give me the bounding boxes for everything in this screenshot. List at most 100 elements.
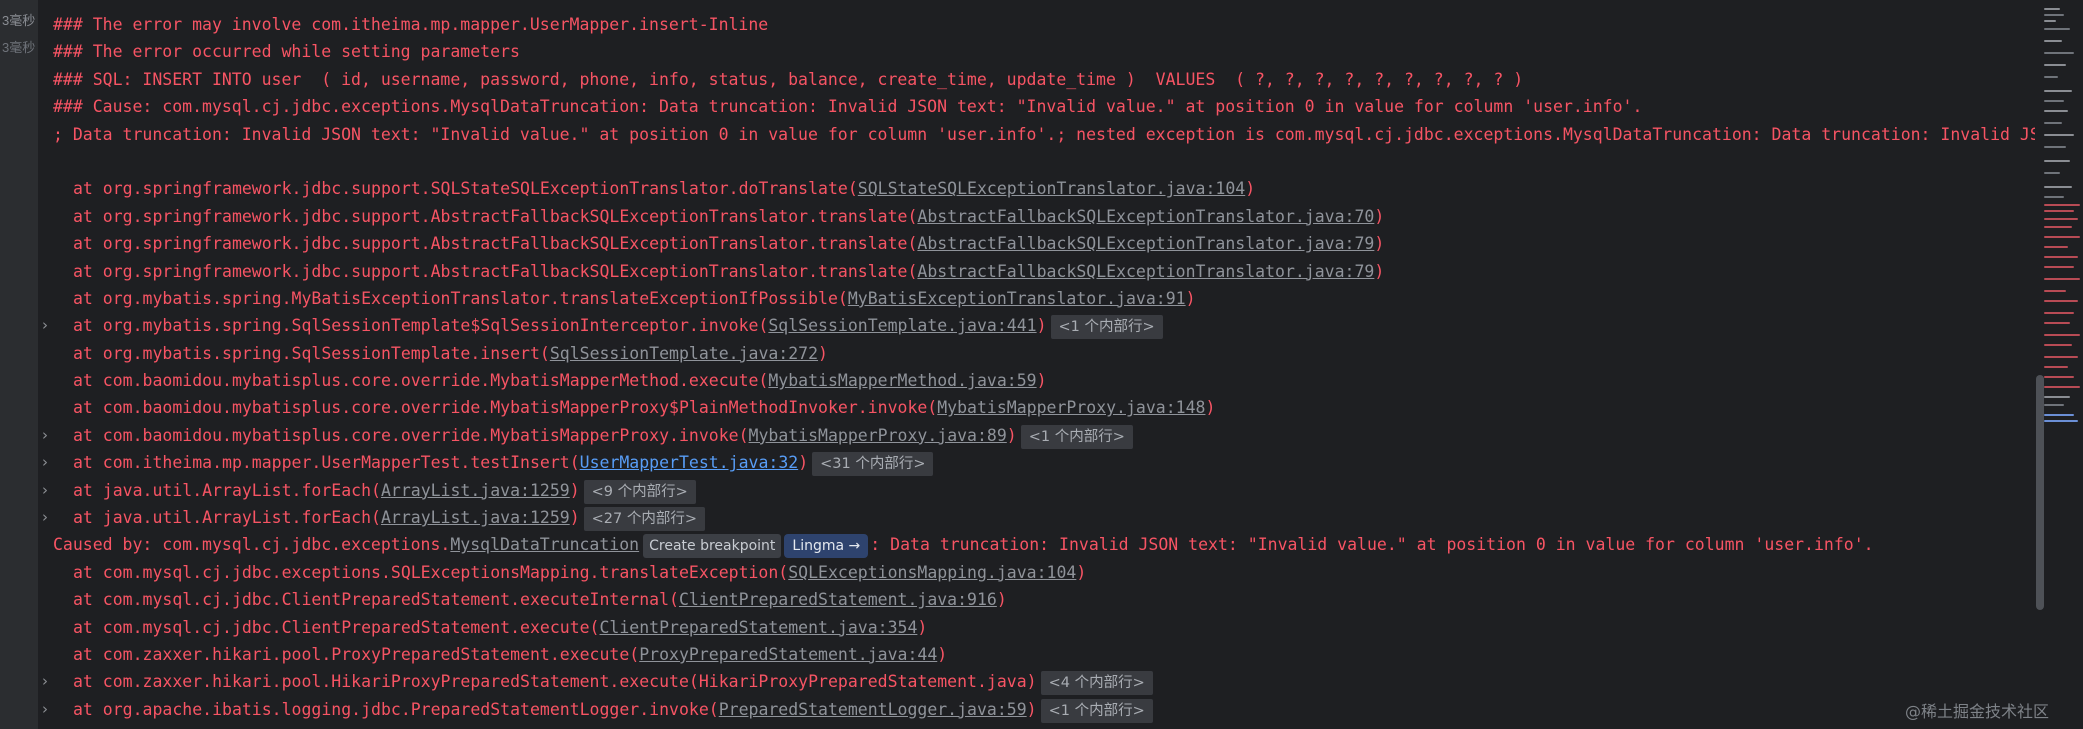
internal-lines-chip[interactable]: <27 个内部行> [583, 507, 705, 532]
line-content: at com.itheima.mp.mapper.UserMapperTest.… [73, 449, 934, 477]
minimap-stripe [2044, 28, 2070, 30]
error-text: ### The error occurred while setting par… [53, 42, 520, 62]
line-suffix-text: : Data truncation: Invalid JSON text: "I… [870, 535, 1874, 555]
source-link[interactable]: AbstractFallbackSQLExceptionTranslator.j… [917, 262, 1374, 281]
console-line: › at com.baomidou.mybatisplus.core.overri… [38, 422, 2044, 449]
source-link[interactable]: MybatisMapperMethod.java:59 [768, 371, 1036, 390]
console-line: at org.mybatis.spring.MyBatisExceptionTr… [38, 285, 2044, 312]
line-suffix-text: ) [798, 453, 809, 473]
source-link[interactable]: ArrayList.java:1259 [381, 508, 570, 527]
source-link[interactable]: MyBatisExceptionTranslator.java:91 [848, 289, 1186, 308]
internal-lines-chip[interactable]: <9 个内部行> [583, 479, 696, 504]
line-content: at org.mybatis.spring.SqlSessionTemplate… [73, 312, 1163, 340]
console-line: at com.mysql.cj.jdbc.exceptions.SQLExcep… [38, 559, 2044, 586]
line-content: ; Data truncation: Invalid JSON text: "I… [53, 121, 2044, 148]
source-link[interactable]: ProxyPreparedStatement.java:44 [639, 645, 937, 664]
console-line: ### The error may involve com.itheima.mp… [38, 11, 2044, 38]
line-content: Caused by: com.mysql.cj.jdbc.exceptions.… [53, 531, 1874, 559]
line-suffix-text: ) [937, 644, 948, 664]
minimap-stripe [2044, 322, 2070, 324]
source-link[interactable]: SQLExceptionsMapping.java:104 [788, 563, 1076, 582]
internal-lines-chip[interactable]: <1 个内部行> [1050, 315, 1163, 340]
source-link[interactable]: UserMapperTest.java:32 [580, 453, 799, 472]
source-link[interactable]: MybatisMapperProxy.java:148 [937, 398, 1205, 417]
line-suffix-text: ) [1374, 261, 1385, 281]
expand-chevron-icon[interactable]: › [42, 312, 48, 339]
console-output[interactable]: ### The error may involve com.itheima.mp… [38, 0, 2044, 729]
expand-chevron-icon[interactable]: › [42, 504, 48, 531]
line-content: at com.mysql.cj.jdbc.exceptions.SQLExcep… [73, 559, 1086, 586]
console-line: at org.mybatis.spring.SqlSessionTemplate… [38, 340, 2044, 367]
line-suffix-text: ) [1374, 206, 1385, 226]
minimap-stripe [2044, 100, 2064, 102]
minimap-stripe [2044, 312, 2074, 314]
create-breakpoint-button[interactable]: Create breakpoint [643, 534, 782, 559]
source-link[interactable]: ArrayList.java:1259 [381, 481, 570, 500]
source-link[interactable]: ClientPreparedStatement.java:354 [600, 618, 918, 637]
scrollbar-thumb[interactable] [2036, 375, 2044, 610]
lingma-button[interactable]: Lingma → [784, 534, 869, 559]
minimap-stripe [2044, 146, 2066, 148]
minimap-stripe [2044, 290, 2066, 292]
line-content: at org.mybatis.spring.MyBatisExceptionTr… [73, 285, 1196, 312]
error-text: ; Data truncation: Invalid JSON text: "I… [53, 124, 2044, 144]
line-content: at com.mysql.cj.jdbc.ClientPreparedState… [73, 614, 927, 641]
console-line: › at com.zaxxer.hikari.pool.HikariProxyPr… [38, 668, 2044, 696]
time-label: 3毫秒 [2, 40, 36, 55]
source-link[interactable]: ClientPreparedStatement.java:916 [679, 590, 997, 609]
internal-lines-chip[interactable]: <4 个内部行> [1040, 671, 1153, 696]
minimap[interactable] [2044, 0, 2083, 729]
stack-frame-text: at com.mysql.cj.jdbc.exceptions.SQLExcep… [73, 562, 789, 582]
vertical-scrollbar[interactable] [2035, 0, 2044, 729]
console-line: at com.zaxxer.hikari.pool.ProxyPreparedS… [38, 641, 2044, 668]
minimap-stripe [2044, 218, 2078, 220]
line-content: ### SQL: INSERT INTO user ( id, username… [53, 66, 1523, 93]
minimap-stripe [2044, 386, 2080, 388]
minimap-stripe [2044, 366, 2068, 368]
stack-frame-text: at com.zaxxer.hikari.pool.ProxyPreparedS… [73, 644, 640, 664]
line-suffix-text: ) [1026, 699, 1037, 719]
minimap-stripe [2044, 210, 2074, 212]
console-line: › at com.itheima.mp.mapper.UserMapperTest… [38, 449, 2044, 477]
minimap-stripe [2044, 196, 2064, 198]
console-line: Caused by: com.mysql.cj.jdbc.exceptions.… [38, 531, 2044, 559]
internal-lines-chip[interactable]: <31 个内部行> [812, 452, 934, 477]
minimap-stripe [2044, 404, 2064, 406]
stack-frame-text: at org.mybatis.spring.SqlSessionTemplate… [73, 316, 769, 336]
source-link[interactable]: AbstractFallbackSQLExceptionTranslator.j… [917, 207, 1374, 226]
expand-chevron-icon[interactable]: › [42, 696, 48, 723]
stack-frame-text: at org.mybatis.spring.MyBatisExceptionTr… [73, 288, 848, 308]
line-content: at java.util.ArrayList.forEach(ArrayList… [73, 477, 696, 504]
source-link[interactable]: MysqlDataTruncation [450, 535, 639, 554]
source-link[interactable]: PreparedStatementLogger.java:59 [719, 700, 1027, 719]
minimap-stripe [2044, 76, 2058, 78]
source-link[interactable]: SqlSessionTemplate.java:441 [768, 316, 1036, 335]
expand-chevron-icon[interactable]: › [42, 422, 48, 449]
line-suffix-text: ) [996, 590, 1007, 610]
minimap-stripe [2044, 334, 2080, 336]
source-link[interactable]: AbstractFallbackSQLExceptionTranslator.j… [917, 234, 1374, 253]
console-line: at com.mysql.cj.jdbc.ClientPreparedState… [38, 586, 2044, 613]
line-suffix-text: ) [1185, 288, 1196, 308]
stack-frame-text: at com.baomidou.mybatisplus.core.overrid… [73, 371, 769, 391]
console-line: at org.springframework.jdbc.support.SQLS… [38, 175, 2044, 202]
minimap-stripe [2044, 134, 2074, 136]
source-link[interactable]: MybatisMapperProxy.java:89 [749, 426, 1007, 445]
expand-chevron-icon[interactable]: › [42, 668, 48, 695]
source-link[interactable]: SQLStateSQLExceptionTranslator.java:104 [858, 179, 1245, 198]
minimap-stripe [2044, 90, 2072, 92]
line-suffix-text: ) [1205, 398, 1216, 418]
error-text: ### SQL: INSERT INTO user ( id, username… [53, 69, 1524, 89]
internal-lines-chip[interactable]: <1 个内部行> [1020, 424, 1133, 449]
line-content: ### The error occurred while setting par… [53, 38, 520, 65]
line-content: at com.zaxxer.hikari.pool.ProxyPreparedS… [73, 641, 947, 668]
console-line: › at java.util.ArrayList.forEach(ArrayLis… [38, 477, 2044, 504]
console-line: › at java.util.ArrayList.forEach(ArrayLis… [38, 504, 2044, 532]
line-suffix-text: ) [1076, 562, 1087, 582]
expand-chevron-icon[interactable]: › [42, 449, 48, 476]
source-link[interactable]: SqlSessionTemplate.java:272 [550, 344, 818, 363]
expand-chevron-icon[interactable]: › [42, 477, 48, 504]
stack-frame-text: at com.itheima.mp.mapper.UserMapperTest.… [73, 453, 580, 473]
console-line: ### Cause: com.mysql.cj.jdbc.exceptions.… [38, 93, 2044, 120]
internal-lines-chip[interactable]: <1 个内部行> [1040, 698, 1153, 723]
